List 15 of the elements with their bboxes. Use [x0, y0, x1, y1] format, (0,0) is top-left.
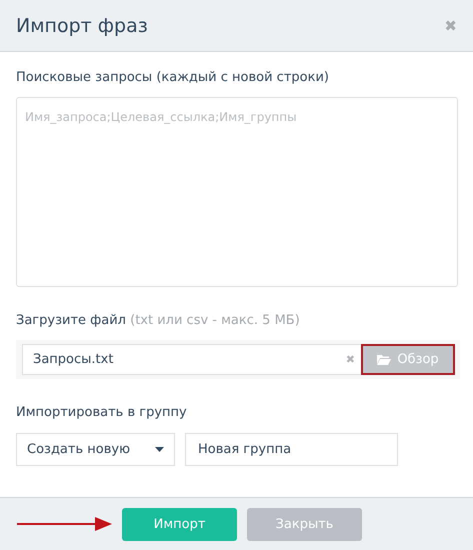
field-label: Загрузите файл (txt или csv - макс. 5 МБ) [16, 313, 301, 328]
browse-button[interactable]: Обзор [361, 344, 455, 375]
clear-icon[interactable]: ✖ [346, 353, 355, 366]
queries-textarea[interactable]: Имя_запроса;Целевая_ссылка;Имя_группы [16, 97, 458, 287]
close-icon[interactable]: ✖ [444, 16, 457, 34]
field-label: Импортировать в группу [16, 405, 188, 420]
group-select[interactable]: Создать новую [16, 433, 175, 466]
caret-icon [155, 447, 164, 452]
group-name-input[interactable]: Новая группа [185, 433, 398, 466]
import-button[interactable]: Импорт [122, 508, 237, 540]
close-button[interactable]: Закрыть [247, 508, 362, 540]
file-input[interactable]: Запросы.txt ✖ [22, 344, 361, 375]
dialog-title: Импорт фраз [16, 14, 148, 36]
folder-icon [377, 354, 392, 365]
field-label: Поисковые запросы (каждый с новой строки) [16, 70, 330, 85]
